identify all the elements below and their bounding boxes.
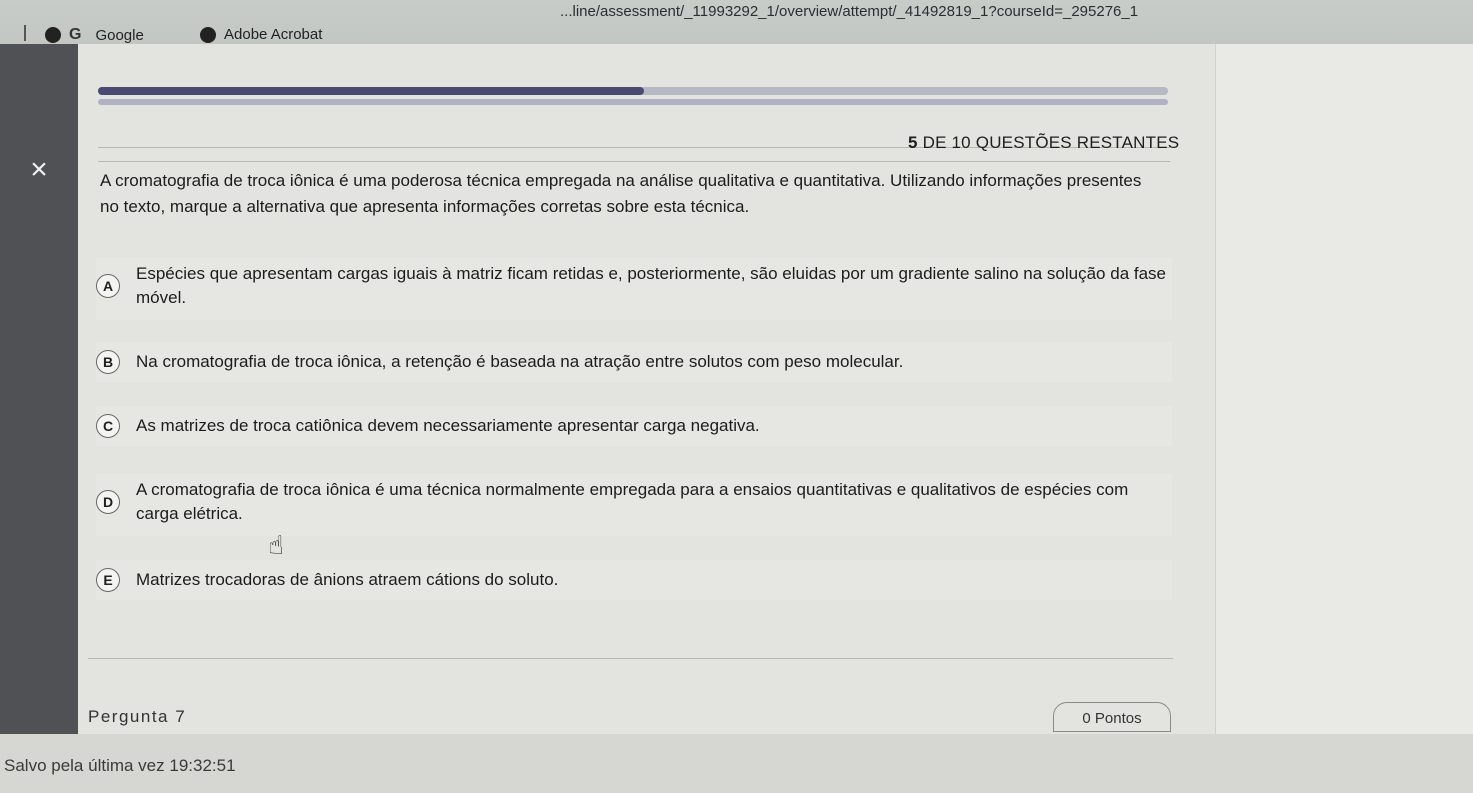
bookmark-acrobat-label: Adobe Acrobat	[224, 26, 323, 43]
option-c-letter[interactable]: C	[96, 414, 120, 438]
option-e-text: Matrizes trocadoras de ânions atraem cát…	[136, 570, 559, 589]
google-g-icon: G	[69, 26, 82, 43]
option-b[interactable]: B Na cromatografia de troca iônica, a re…	[96, 342, 1172, 382]
option-a-text: Espécies que apresentam cargas iguais à …	[136, 264, 1167, 307]
bookmark-separator	[24, 25, 26, 41]
option-d-text: A cromatografia de troca iônica é uma té…	[136, 480, 1129, 523]
option-d-letter[interactable]: D	[96, 490, 120, 514]
divider-bottom	[88, 658, 1173, 659]
option-d[interactable]: D A cromatografia de troca iônica é uma …	[96, 474, 1172, 536]
option-c-text: As matrizes de troca catiônica devem nec…	[136, 416, 760, 435]
questions-remaining: 5 DE 10 QUESTÕES RESTANTES	[908, 133, 1179, 153]
option-e-letter[interactable]: E	[96, 568, 120, 592]
bookmark-google[interactable]: G Google	[45, 26, 144, 44]
option-b-letter[interactable]: B	[96, 350, 120, 374]
saved-status: Salvo pela última vez 19:32:51	[4, 756, 236, 775]
points-badge: 0 Pontos	[1053, 702, 1171, 732]
option-b-text: Na cromatografia de troca iônica, a rete…	[136, 352, 904, 371]
next-question-title: Pergunta 7	[88, 707, 187, 726]
hand-cursor-icon: ☝	[268, 530, 284, 560]
option-a[interactable]: A Espécies que apresentam cargas iguais …	[96, 258, 1172, 320]
progress-bar	[98, 87, 1168, 95]
quiz-content: 5 DE 10 QUESTÕES RESTANTES A cromatograf…	[78, 44, 1215, 734]
side-panel: ×	[0, 44, 78, 734]
right-column	[1215, 44, 1473, 734]
remaining-label: DE 10 QUESTÕES RESTANTES	[922, 133, 1180, 152]
option-e[interactable]: E Matrizes trocadoras de ânions atraem c…	[96, 560, 1172, 600]
option-c[interactable]: C As matrizes de troca catiônica devem n…	[96, 406, 1172, 446]
url-text[interactable]: ...line/assessment/_11993292_1/overview/…	[560, 3, 1138, 20]
bookmark-acrobat[interactable]: Adobe Acrobat	[200, 26, 322, 43]
option-a-letter[interactable]: A	[96, 274, 120, 298]
question-text: A cromatografia de troca iônica é uma po…	[100, 171, 1142, 216]
bookmark-google-label: Google	[95, 26, 144, 44]
browser-top-bar: ...line/assessment/_11993292_1/overview/…	[0, 0, 1473, 44]
remaining-count: 5	[908, 133, 918, 152]
close-button[interactable]: ×	[0, 144, 78, 196]
acrobat-icon	[200, 26, 216, 43]
divider-header	[98, 161, 1170, 162]
progress-bar-fill	[98, 87, 644, 95]
close-icon: ×	[30, 153, 48, 186]
progress-bar-secondary	[98, 99, 1168, 105]
globe-icon	[45, 27, 61, 43]
